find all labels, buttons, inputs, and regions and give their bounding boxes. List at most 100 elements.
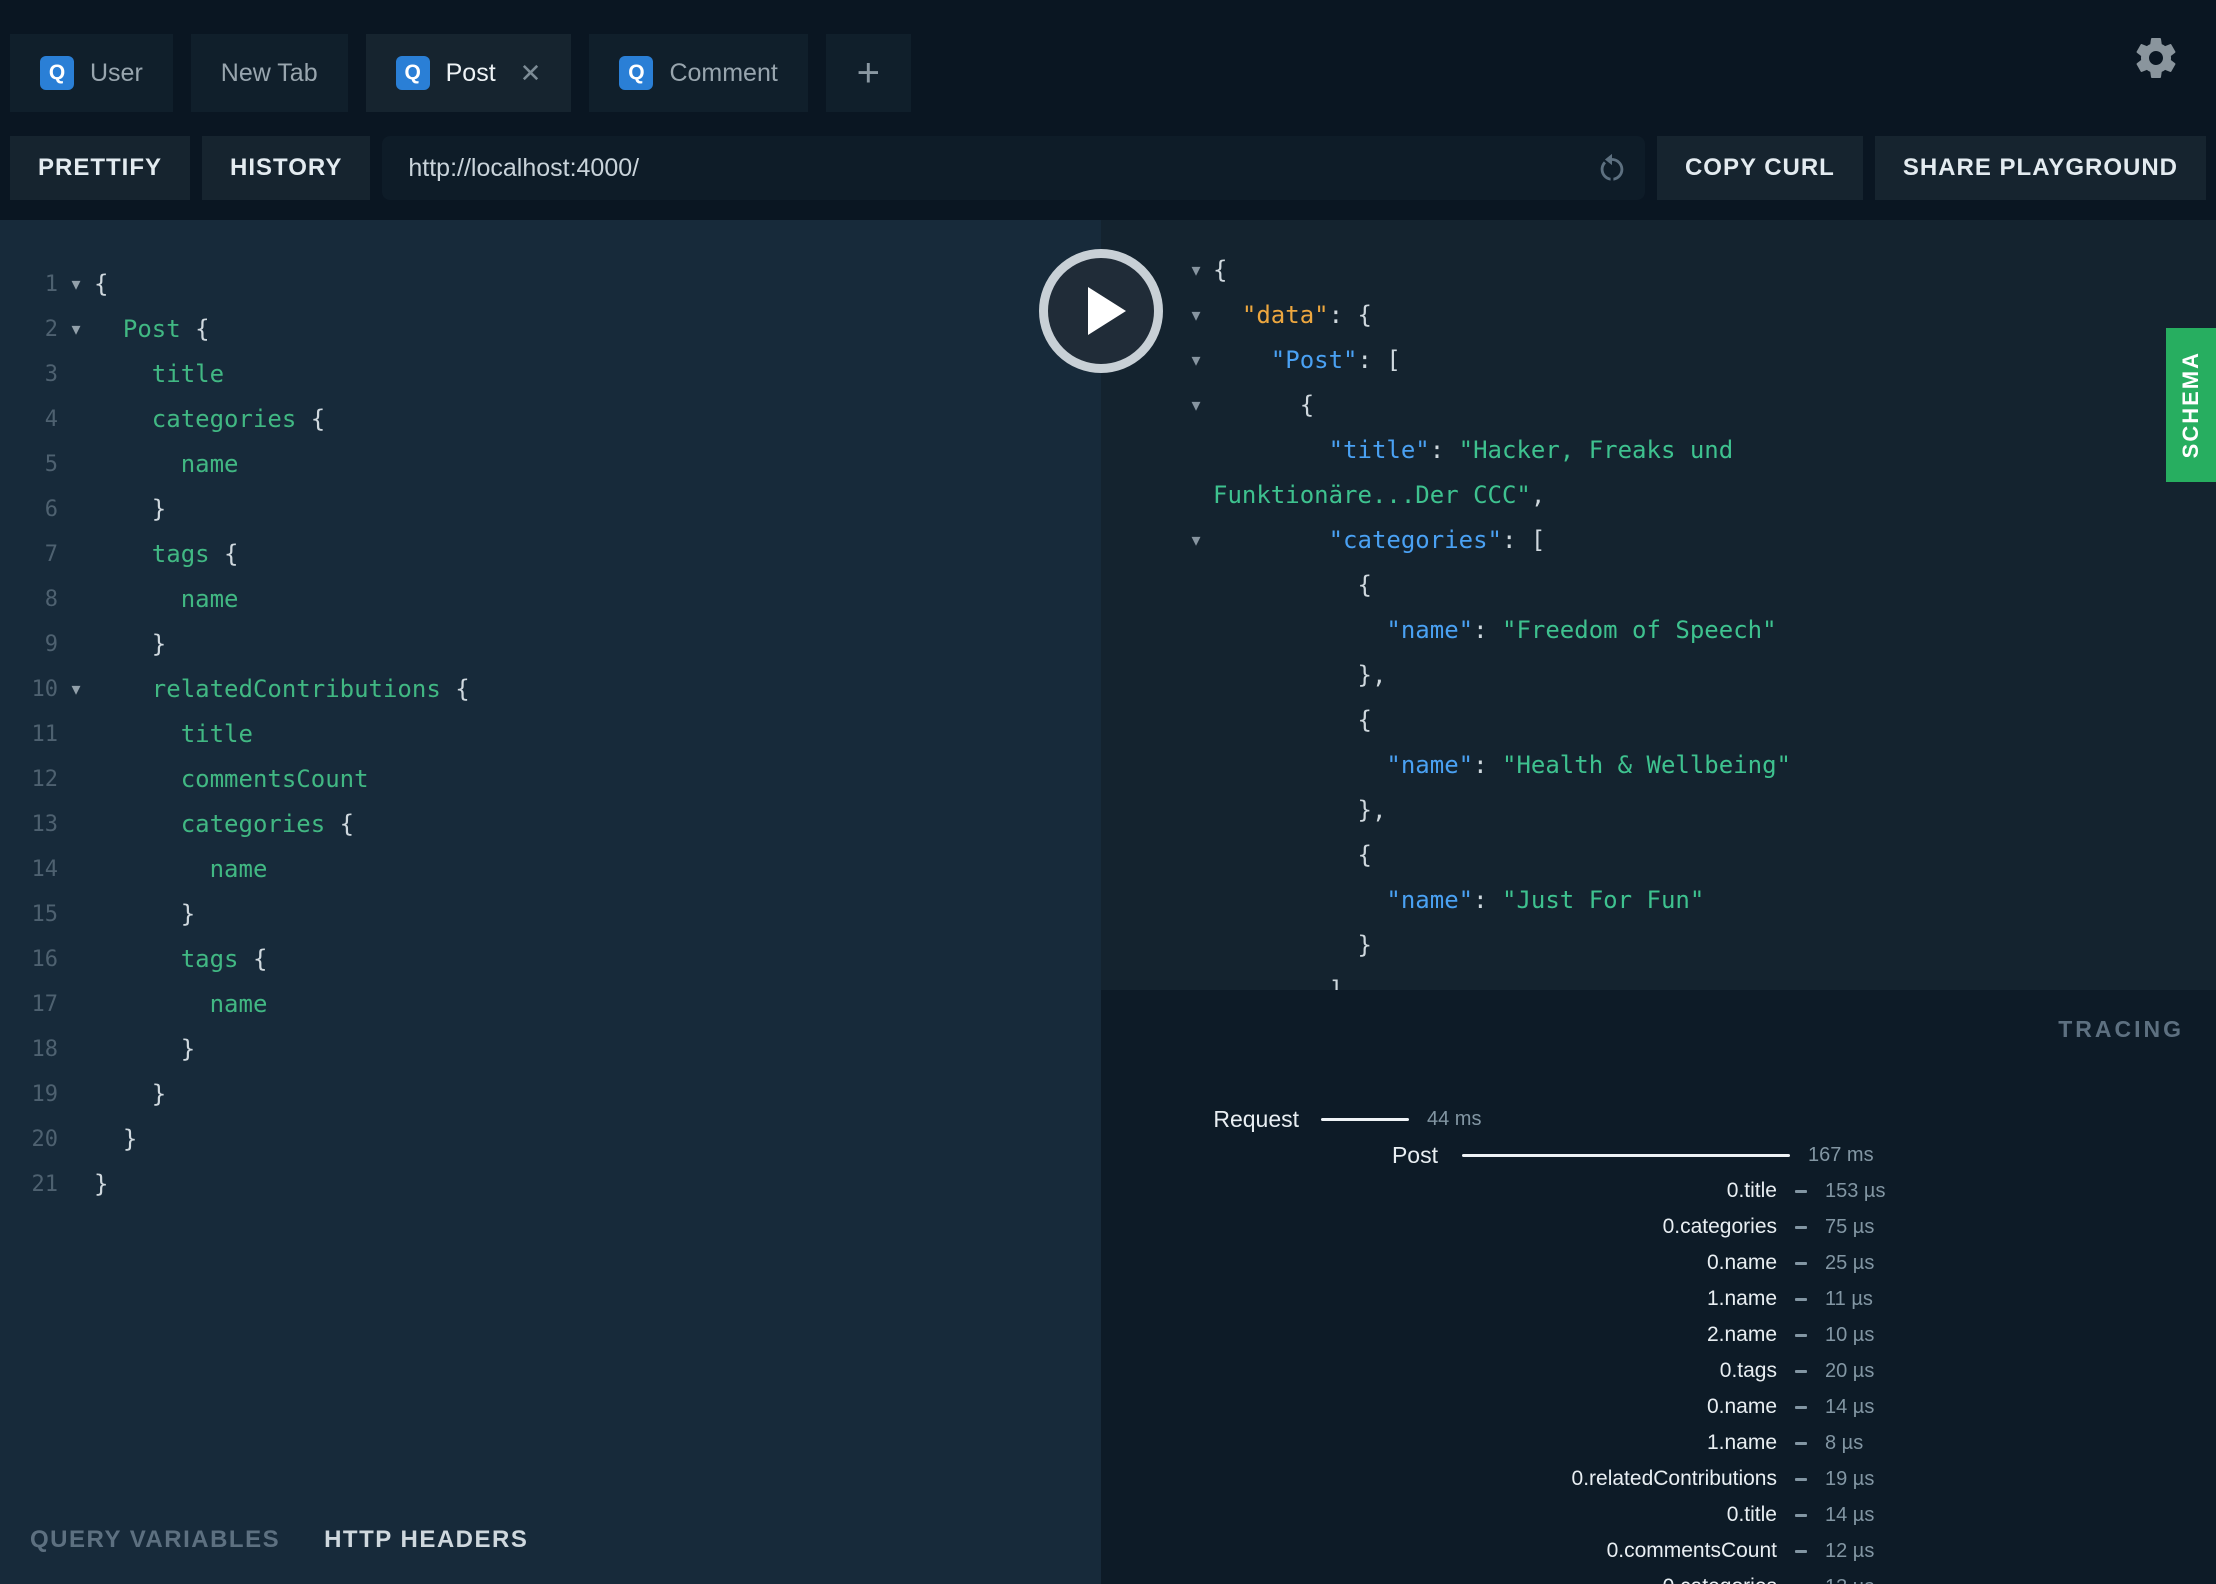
editor-line: 18 } — [0, 1027, 1101, 1072]
tracing-request-label: Request — [1213, 1105, 1299, 1132]
editor-line: 9 } — [0, 622, 1101, 667]
close-tab-icon[interactable]: ✕ — [520, 60, 542, 86]
code-text: { — [1213, 698, 1372, 743]
response-line: "name": "Freedom of Speech" — [1101, 608, 2216, 653]
tracing-duration-bar — [1795, 1441, 1807, 1445]
code-text: } — [94, 622, 166, 667]
tracing-time: 25 µs — [1825, 1251, 1875, 1274]
prettify-button[interactable]: PRETTIFY — [10, 136, 191, 200]
fold-arrow-icon[interactable]: ▾ — [58, 262, 94, 307]
history-button[interactable]: HISTORY — [202, 136, 371, 200]
tracing-request-time: 44 ms — [1427, 1107, 1482, 1130]
code-text: commentsCount — [94, 757, 369, 802]
editor-line: 3 title — [0, 352, 1101, 397]
token-punc: : — [1429, 436, 1459, 464]
code-text: { — [1213, 248, 1227, 293]
token-punc: } — [151, 495, 167, 523]
token-punc: } — [151, 630, 167, 658]
copy-curl-button[interactable]: COPY CURL — [1656, 136, 1863, 200]
token-punc: { — [1357, 841, 1372, 869]
line-number: 10 — [31, 677, 59, 702]
tab-user[interactable]: Q User — [10, 34, 173, 112]
line-number: 16 — [31, 947, 59, 972]
line-number: 19 — [31, 1082, 59, 1107]
query-variables-tab[interactable]: QUERY VARIABLES — [30, 1526, 280, 1554]
schema-side-tab-label: SCHEMA — [2178, 351, 2203, 459]
tracing-row: 0.categories 13 µs — [1101, 1569, 2216, 1584]
token-str: "Freedom of Speech" — [1502, 616, 1777, 644]
fold-arrow-icon[interactable]: ▾ — [1179, 293, 1213, 338]
response-line: { — [1101, 563, 2216, 608]
toolbar: PRETTIFY HISTORY COPY CURL SHARE PLAYGRO… — [0, 136, 2216, 200]
code-text: "name": "Health & Wellbeing" — [1213, 743, 1791, 788]
token-str: Funktionäre...Der CCC" — [1213, 481, 1531, 509]
token-punc: : — [1473, 616, 1502, 644]
tracing-field-label: 0.title — [1726, 1503, 1777, 1526]
tracing-post-label: Post — [1391, 1141, 1438, 1168]
response-line: } — [1101, 923, 2216, 968]
tracing-time: 153 µs — [1825, 1179, 1886, 1202]
code-text: } — [94, 1117, 137, 1162]
token-str: "Hacker, Freaks und — [1458, 436, 1734, 464]
endpoint-url-input[interactable] — [382, 153, 1645, 183]
fold-arrow-icon[interactable]: ▾ — [1179, 383, 1213, 428]
tab-comment[interactable]: Q Comment — [589, 34, 808, 112]
token-punc: } — [122, 1125, 138, 1153]
token-field: commentsCount — [180, 765, 369, 793]
tracing-time: 14 µs — [1825, 1395, 1875, 1418]
response-line: "name": "Just For Fun" — [1101, 878, 2216, 923]
tracing-duration-bar — [1795, 1477, 1807, 1481]
tracing-duration-bar — [1795, 1297, 1807, 1301]
token-field: name — [180, 450, 239, 478]
tab-new-tab[interactable]: New Tab — [190, 34, 348, 112]
tracing-request-row: Request 44 ms — [1101, 1101, 2216, 1137]
code-text: name — [94, 442, 239, 487]
response-line: ▾ { — [1101, 383, 2216, 428]
endpoint-url-bar — [382, 136, 1645, 200]
share-playground-button[interactable]: SHARE PLAYGROUND — [1874, 136, 2206, 200]
token-key: "name" — [1386, 886, 1474, 914]
token-field: categories — [180, 810, 326, 838]
token-punc: , — [1530, 481, 1546, 509]
code-text: "name": "Just For Fun" — [1213, 878, 1704, 923]
token-field: name — [180, 585, 239, 613]
tab-post[interactable]: Q Post ✕ — [365, 34, 572, 112]
code-text: name — [94, 982, 268, 1027]
tracing-title: TRACING — [2058, 1016, 2184, 1042]
play-icon — [1088, 287, 1126, 335]
new-tab-button[interactable]: + — [825, 34, 911, 112]
reload-schema-icon[interactable] — [1595, 151, 1629, 185]
query-editor-panel[interactable]: 1 ▾{2 ▾ Post {3 title 4 categories {5 name 6… — [0, 220, 1101, 1584]
execute-query-button[interactable] — [1039, 249, 1163, 373]
editor-line: 11 title — [0, 712, 1101, 757]
tracing-time: 10 µs — [1825, 1323, 1875, 1346]
fold-arrow-icon[interactable]: ▾ — [1179, 518, 1213, 563]
editor-line: 8 name — [0, 577, 1101, 622]
tracing-field-label: 0.categories — [1662, 1215, 1777, 1238]
code-text: title — [94, 352, 224, 397]
http-headers-tab[interactable]: HTTP HEADERS — [324, 1526, 528, 1554]
fold-arrow-icon[interactable]: ▾ — [1179, 338, 1213, 383]
settings-gear-icon[interactable] — [2132, 34, 2180, 82]
schema-side-tab[interactable]: SCHEMA — [2166, 328, 2216, 482]
tracing-time: 12 µs — [1825, 1539, 1875, 1562]
token-key: "categories" — [1328, 526, 1502, 554]
code-text: name — [94, 847, 268, 892]
fold-arrow-icon[interactable]: ▾ — [58, 307, 94, 352]
tracing-post-time: 167 ms — [1808, 1143, 1874, 1166]
query-badge-icon: Q — [40, 56, 74, 90]
fold-arrow-icon[interactable]: ▾ — [1179, 248, 1213, 293]
tracing-duration-bar — [1795, 1261, 1807, 1265]
response-viewer: ▾{▾ "data": {▾ "Post": [▾ { "title": "Ha… — [1101, 220, 2216, 990]
fold-arrow-icon[interactable]: ▾ — [58, 667, 94, 712]
code-text: } — [94, 1162, 108, 1207]
code-text: } — [1213, 923, 1372, 968]
